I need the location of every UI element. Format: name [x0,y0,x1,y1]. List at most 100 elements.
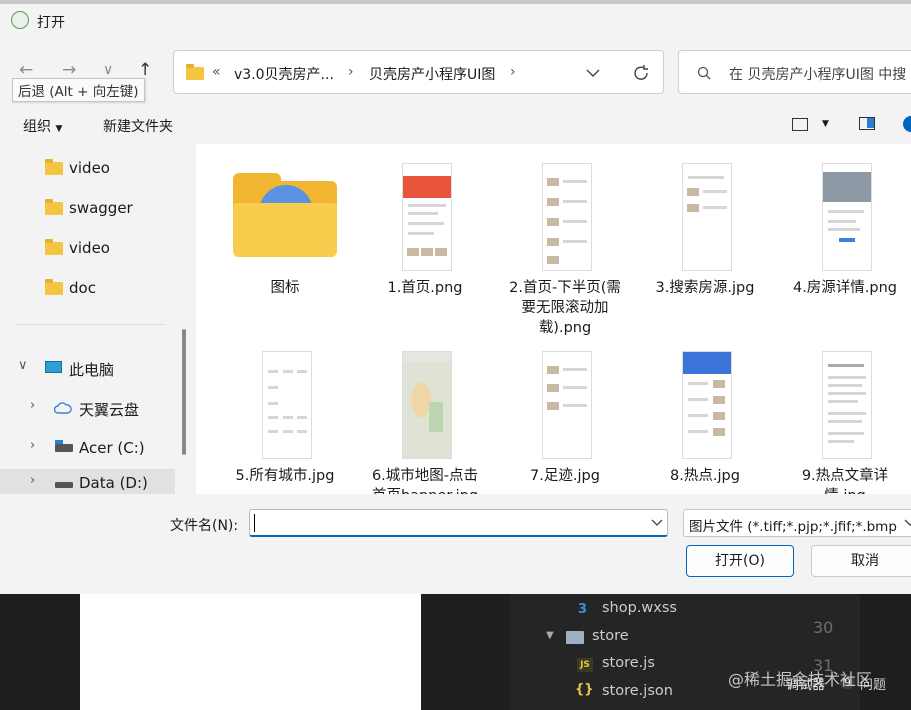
folder-icon [45,239,63,255]
tree-item-shop-wxss[interactable]: shop.wxss [602,600,677,616]
file-name: 6.城市地图-点击首页banner.jpg [371,468,479,494]
back-tooltip: 后退 (Alt + 向左键) [12,78,145,102]
image-thumbnail [402,351,452,459]
filename-label: 文件名(N): [170,518,239,534]
image-thumbnail [682,163,732,271]
line-number: 30 [813,618,834,637]
breadcrumb-parent[interactable]: v3.0贝壳房产... [234,64,334,84]
computer-icon [45,361,62,373]
tree-item-store-json[interactable]: store.json [602,683,673,699]
tree-item-store[interactable]: store [592,628,629,644]
sidebar-item-drive-d[interactable]: › Data (D:) [0,469,175,494]
file-name: 5.所有城市.jpg [235,468,335,484]
address-bar[interactable]: « v3.0贝壳房产... › 贝壳房产小程序UI图 › [173,50,664,94]
image-thumbnail [542,163,592,271]
folder-icon [45,199,63,215]
json-icon: {} [575,682,594,697]
view-options-icon[interactable] [792,118,808,131]
organize-label: 组织 [23,119,51,135]
sidebar-item-doc[interactable]: doc [0,274,175,304]
filename-input[interactable] [249,509,668,537]
sidebar-scrollbar[interactable] [182,329,186,455]
filetype-value: 图片文件 (*.tiff;*.pjp;*.jfif;*.bmp [689,519,897,535]
css-icon: 3 [578,602,588,617]
search-box[interactable]: 在 贝壳房产小程序UI图 中搜 [678,50,911,94]
image-thumbnail [822,163,872,271]
js-icon: JS [577,658,593,672]
chevron-right-icon[interactable]: › [30,438,35,453]
sidebar-item-label: doc [69,279,96,297]
file-name: 1.首页.png [387,280,463,296]
divider [15,324,165,325]
navigation-pane: video swagger video doc ∨ 此电脑 › 天翼云盘 › A… [0,144,190,494]
folder-icon [186,64,204,80]
folder-icon [233,173,337,257]
sidebar-item-this-pc[interactable]: ∨ 此电脑 [0,354,175,384]
file-name: 4.房源详情.png [792,280,898,296]
breadcrumb-overflow[interactable]: « [212,64,221,80]
image-thumbnail [402,163,452,271]
sidebar-item-label: 天翼云盘 [79,401,140,419]
app-icon [11,11,29,29]
new-folder-button[interactable]: 新建文件夹 [103,116,173,136]
help-icon[interactable] [903,116,911,132]
chevron-down-icon[interactable]: ∨ [18,358,28,373]
file-tree: 3 shop.wxss ▼ store JS store.js {} store… [510,594,860,710]
filetype-select[interactable]: 图片文件 (*.tiff;*.pjp;*.jfif;*.bmp [683,509,911,537]
organize-menu[interactable]: 组织 ▼ [23,116,62,136]
chevron-right-icon[interactable]: › [30,473,35,488]
sidebar-item-cloud[interactable]: › 天翼云盘 [0,394,175,424]
chevron-down-icon[interactable] [651,519,663,527]
up-folder-icon[interactable]: ↑ [138,60,152,80]
image-thumbnail [542,351,592,459]
sidebar-item-video-2[interactable]: video [0,234,175,264]
chevron-down-icon[interactable]: ▼ [546,630,554,641]
dialog-footer: 文件名(N): 图片文件 (*.tiff;*.pjp;*.jfif;*.bmp … [0,494,911,594]
cancel-button[interactable]: 取消 [811,545,911,577]
image-thumbnail [822,351,872,459]
sidebar-item-label: swagger [69,199,133,217]
sidebar-item-label: 此电脑 [69,361,115,379]
search-icon [697,66,711,80]
ide-background: 3 shop.wxss ▼ store JS store.js {} store… [0,594,911,710]
ide-edge-panel: 问题 [860,594,911,710]
file-name: 2.首页-下半页(需要无限滚动加载).png [509,280,621,336]
folder-icon [45,279,63,295]
folder-icon [566,631,584,644]
caret-down-icon[interactable]: ▼ [822,119,829,129]
chevron-right-icon[interactable]: › [30,398,35,413]
preview-pane-icon[interactable] [859,117,875,130]
back-icon[interactable]: ← [19,60,33,80]
tree-item-store-js[interactable]: store.js [602,655,655,671]
file-list: 图标 1.首页.png 2.首页-下半页(需要无限滚动加载).png 3.搜索房… [196,144,911,494]
sidebar-item-label: video [69,239,110,257]
text-caret [254,514,255,532]
file-name: 3.搜索房源.jpg [655,280,755,296]
open-button[interactable]: 打开(O) [686,545,794,577]
breadcrumb-separator: › [510,64,516,80]
caret-down-icon: ▼ [55,124,63,134]
cloud-icon [54,402,72,414]
sidebar-item-label: video [69,159,110,177]
refresh-icon[interactable] [632,64,650,82]
drive-icon [55,440,73,452]
open-file-dialog: 打开 ← → ∨ ↑ 后退 (Alt + 向左键) « v3.0贝壳房产... … [0,4,911,594]
chevron-down-icon [904,519,911,526]
image-thumbnail [682,351,732,459]
search-input[interactable]: 在 贝壳房产小程序UI图 中搜 [729,64,906,84]
drive-icon [55,482,73,488]
recent-locations-icon[interactable]: ∨ [103,62,113,78]
simulator-panel [80,594,421,710]
sidebar-item-label: Data (D:) [79,474,148,492]
chevron-down-icon[interactable] [586,68,600,78]
breadcrumb-current[interactable]: 贝壳房产小程序UI图 [369,64,495,84]
image-thumbnail [262,351,312,459]
sidebar-item-swagger[interactable]: swagger [0,194,175,224]
file-name: 9.热点文章详情.jpg [801,468,889,494]
watermark: @稀土掘金技术社区 [728,670,873,689]
file-name: 图标 [270,280,300,296]
sidebar-item-video[interactable]: video [0,154,175,184]
breadcrumb-separator: › [348,64,354,80]
forward-icon[interactable]: → [62,60,76,80]
sidebar-item-drive-c[interactable]: › Acer (C:) [0,434,175,464]
